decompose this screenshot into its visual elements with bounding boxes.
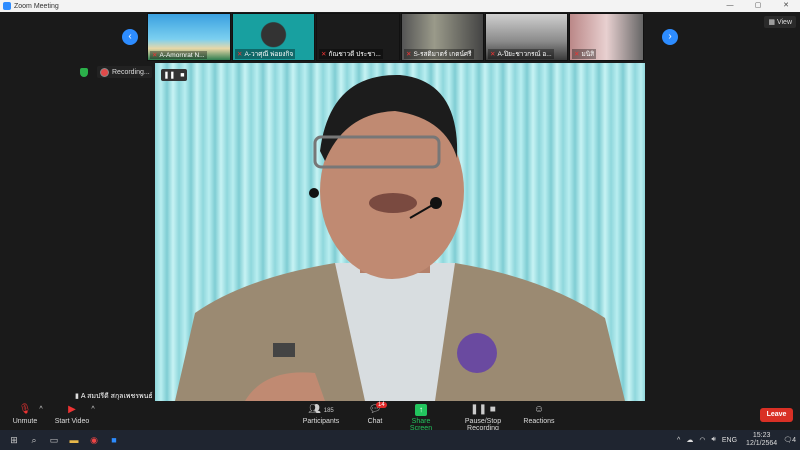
participant-name: ✕ A-ปิยะชาวกรณ์ อ... (488, 49, 554, 59)
participant-name: ✕ A-Amornrat N... (150, 51, 207, 59)
chat-button[interactable]: 💬︎ 14 Chat (362, 402, 388, 425)
gallery-strip: ‹ ✕ A-Amornrat N... ✕ A-วาศุณี พ่อยงกิจ ✕ ก… (0, 12, 800, 62)
participant-tile[interactable]: ✕ A-ปิยะชาวกรณ์ อ... (485, 13, 568, 61)
mic-muted-icon: ✕ (574, 51, 580, 58)
zoom-taskbar-icon[interactable]: ■ (104, 430, 124, 450)
search-icon[interactable]: ⌕ (24, 430, 44, 450)
participant-name: ✕ มนิสิ (572, 49, 597, 59)
chrome-icon[interactable]: ◉ (84, 430, 104, 450)
participants-count: 185 (323, 408, 334, 414)
pause-stop-recording-button[interactable]: ❚❚ ■ Pause/Stop Recording (448, 404, 518, 432)
clock[interactable]: 15:23 12/1/2564 (746, 432, 777, 448)
participant-name: ✕ A-วาศุณี พ่อยงกิจ (235, 49, 296, 59)
pause-stop-icon: ❚❚ ■ (470, 404, 496, 415)
volume-icon[interactable]: 🔊︎ (711, 436, 715, 444)
system-tray: ^ ☁ ◠ 🔊︎ ENG 15:23 12/1/2564 🗨︎4 (674, 430, 800, 450)
participant-tile[interactable]: ✕ A-Amornrat N... (147, 13, 231, 61)
chat-label: Chat (367, 418, 383, 425)
security-shield-icon[interactable] (80, 68, 88, 77)
window-controls: — ▢ ✕ (716, 0, 800, 12)
signal-bars-icon: ▮ (75, 393, 79, 400)
video-pause-controls[interactable]: ❚❚ ■ (161, 69, 187, 81)
file-explorer-icon[interactable]: ▬ (64, 430, 84, 450)
recording-label: Recording... (112, 68, 150, 76)
speaker-name-label: ▮ A สมปรีดี สกุลเพชรพนธ์ (75, 391, 153, 402)
notification-button[interactable]: 🗨︎4 (783, 436, 796, 444)
tray-chevron-icon[interactable]: ^ (677, 437, 680, 444)
participant-tile[interactable]: ✕ A-วาศุณี พ่อยงกิจ (232, 13, 315, 61)
notification-count: 4 (792, 437, 796, 444)
start-video-label: Start Video (54, 418, 90, 425)
wifi-icon[interactable]: ◠ (699, 436, 705, 444)
video-off-icon: ▶︎ (68, 404, 76, 415)
caret-up-icon: ^ (39, 406, 43, 413)
participant-name: ✕ กัณชาวดี ประชา... (319, 49, 383, 59)
prev-page-button[interactable]: ‹ (122, 29, 138, 45)
unmute-label: Unmute (12, 418, 38, 425)
pause-icon[interactable]: ❚❚ (164, 71, 176, 79)
reactions-icon: ☺︎ (533, 404, 545, 415)
audio-options-caret[interactable]: ^ (37, 406, 45, 413)
video-options-caret[interactable]: ^ (89, 406, 97, 413)
zoom-app-icon (3, 2, 11, 10)
meeting-toolbar: 🎙︎ Unmute ^ ▶︎ Start Video ^ 👥︎ 185 Part… (0, 402, 800, 432)
window-titlebar: Zoom Meeting — ▢ ✕ (0, 0, 800, 12)
participant-tile[interactable]: ✕ S-รสติมาตร์ เกตน์ศรี (401, 13, 484, 61)
leave-button[interactable]: Leave (760, 408, 793, 422)
mic-muted-icon: ✕ (490, 51, 496, 58)
mic-muted-icon: ✕ (152, 52, 158, 59)
reactions-label: Reactions (523, 418, 555, 425)
clock-time: 15:23 (752, 432, 771, 439)
windows-taskbar: ⊞ ⌕ ▭ ▬ ◉ ■ ^ ☁ ◠ 🔊︎ ENG 15:23 12/1/2564… (0, 430, 800, 450)
start-video-button[interactable]: ▶︎ Start Video (52, 404, 92, 425)
view-button[interactable]: ▦ View (764, 16, 796, 28)
participants-icon: 👥︎ 185 (308, 404, 334, 415)
cloud-icon[interactable]: ☁ (686, 436, 693, 444)
reactions-button[interactable]: ☺︎ Reactions (522, 404, 556, 425)
task-view-icon[interactable]: ▭ (44, 430, 64, 450)
share-screen-button[interactable]: ↑ Share Screen (400, 404, 442, 432)
caret-up-icon: ^ (91, 406, 95, 413)
mic-muted-icon: ✕ (406, 51, 412, 58)
participant-tile[interactable]: ✕ มนิสิ (569, 13, 644, 61)
share-screen-icon: ↑ (415, 404, 427, 416)
maximize-button[interactable]: ▢ (744, 0, 772, 12)
clock-date: 12/1/2564 (746, 440, 778, 447)
mic-muted-icon: ✕ (237, 51, 243, 58)
next-page-button[interactable]: › (662, 29, 678, 45)
participant-tile[interactable]: ✕ กัณชาวดี ประชา... (316, 13, 400, 61)
participants-label: Participants (302, 418, 340, 425)
language-indicator[interactable]: ENG (722, 437, 737, 444)
stop-icon[interactable]: ■ (180, 72, 184, 79)
minimize-button[interactable]: — (716, 0, 744, 12)
participant-name: ✕ S-รสติมาตร์ เกตน์ศรี (404, 49, 474, 59)
recording-indicator[interactable]: Recording... (97, 66, 152, 78)
active-speaker-video: ❚❚ ■ (155, 63, 645, 401)
window-title: Zoom Meeting (14, 2, 59, 10)
speaker-video-frame (175, 74, 625, 401)
mic-muted-icon: ✕ (321, 51, 327, 58)
chat-unread-badge: 14 (376, 402, 387, 408)
record-dot-icon (101, 68, 108, 76)
speaker-name: A สมปรีดี สกุลเพชรพนธ์ (80, 393, 153, 400)
participants-button[interactable]: 👥︎ 185 Participants (298, 404, 344, 425)
close-button[interactable]: ✕ (772, 0, 800, 12)
view-label: View (776, 19, 792, 26)
windows-start-icon[interactable]: ⊞ (4, 430, 24, 450)
